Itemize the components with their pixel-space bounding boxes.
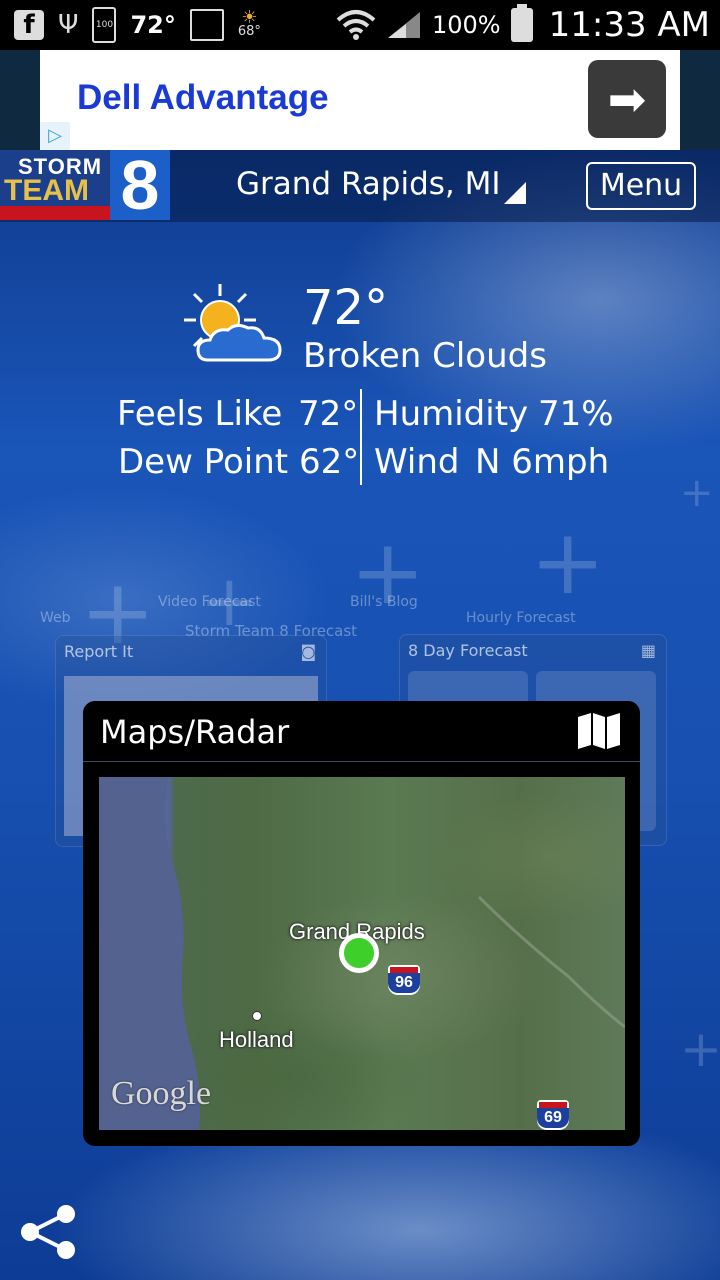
feels-like-value: 72°	[298, 394, 359, 434]
storm-team-8-logo: STORM TEAM 8	[0, 150, 170, 220]
wind-label: Wind	[374, 442, 460, 482]
current-temperature: 72°	[303, 280, 389, 336]
location-selector[interactable]: Grand Rapids, MI	[236, 166, 501, 202]
wifi-icon	[336, 10, 376, 40]
city-dot-icon	[252, 1011, 262, 1021]
battery-percent: 100%	[431, 11, 501, 39]
report-it-label: Report It	[64, 642, 134, 661]
feels-like-label: Feels Like	[117, 394, 283, 434]
app-header: STORM TEAM 8 Grand Rapids, MI Menu	[0, 150, 720, 222]
status-temperature: 72°	[130, 11, 176, 39]
radar-map[interactable]: Grand Rapids Holland 96 69 Google	[99, 777, 625, 1130]
battery-status-icon: 100	[92, 7, 117, 43]
weather-sun-icon: ☀ 68°	[237, 7, 261, 39]
image-icon	[189, 9, 224, 41]
ad-title[interactable]: Dell Advantage	[77, 78, 329, 118]
humidity-label: Humidity	[374, 394, 529, 434]
share-icon[interactable]	[18, 1202, 78, 1262]
humidity-value: 71%	[538, 394, 614, 434]
signal-icon	[387, 12, 420, 38]
google-logo: Google	[111, 1075, 212, 1112]
clock: 11:33 AM	[548, 5, 710, 45]
decorative-cross: +	[680, 1020, 720, 1078]
status-bar: f Ψ 100 72° ☀ 68° 100% 11:33 AM	[0, 0, 720, 50]
eight-day-forecast-label: 8 Day Forecast	[408, 641, 528, 660]
interstate-96-shield-icon: 96	[388, 965, 420, 995]
location-pin-icon	[339, 933, 379, 973]
dew-point-label: Dew Point	[118, 442, 289, 482]
map-label-holland: Holland	[219, 1027, 294, 1052]
adchoices-icon[interactable]: ▷	[40, 122, 70, 150]
decorative-cross: +	[680, 470, 714, 516]
current-condition: Broken Clouds	[303, 336, 547, 376]
conditions-divider	[360, 389, 362, 485]
battery-icon	[510, 4, 533, 42]
dew-point-value: 62°	[299, 442, 360, 482]
ad-banner[interactable]: Dell Advantage ➡ ▷	[40, 50, 680, 150]
arrow-right-icon[interactable]: ➡	[588, 60, 666, 138]
maps-radar-title: Maps/Radar	[100, 713, 290, 751]
bills-blog-card-label[interactable]: Bill's Blog	[350, 594, 418, 610]
video-forecast-card-label[interactable]: Video Forecast	[158, 594, 261, 610]
hourly-forecast-card-label[interactable]: Hourly Forecast	[466, 610, 576, 626]
dropdown-triangle-icon[interactable]	[504, 182, 526, 204]
map-icon	[578, 713, 620, 749]
partly-cloudy-icon	[184, 284, 282, 362]
maps-radar-card[interactable]: Maps/Radar Grand Rapids Holland 96 69 Go…	[83, 701, 640, 1146]
interstate-69-shield-icon: 69	[537, 1100, 569, 1130]
calendar-icon: ▦	[640, 641, 656, 660]
decorative-cross: +	[530, 510, 606, 615]
facebook-icon: f	[14, 10, 44, 40]
usb-icon: Ψ	[58, 10, 79, 40]
wind-value: N 6mph	[475, 442, 610, 482]
web-card-label[interactable]: Web	[40, 610, 71, 626]
camera-icon: ◙	[300, 642, 316, 661]
menu-button[interactable]: Menu	[586, 162, 696, 210]
